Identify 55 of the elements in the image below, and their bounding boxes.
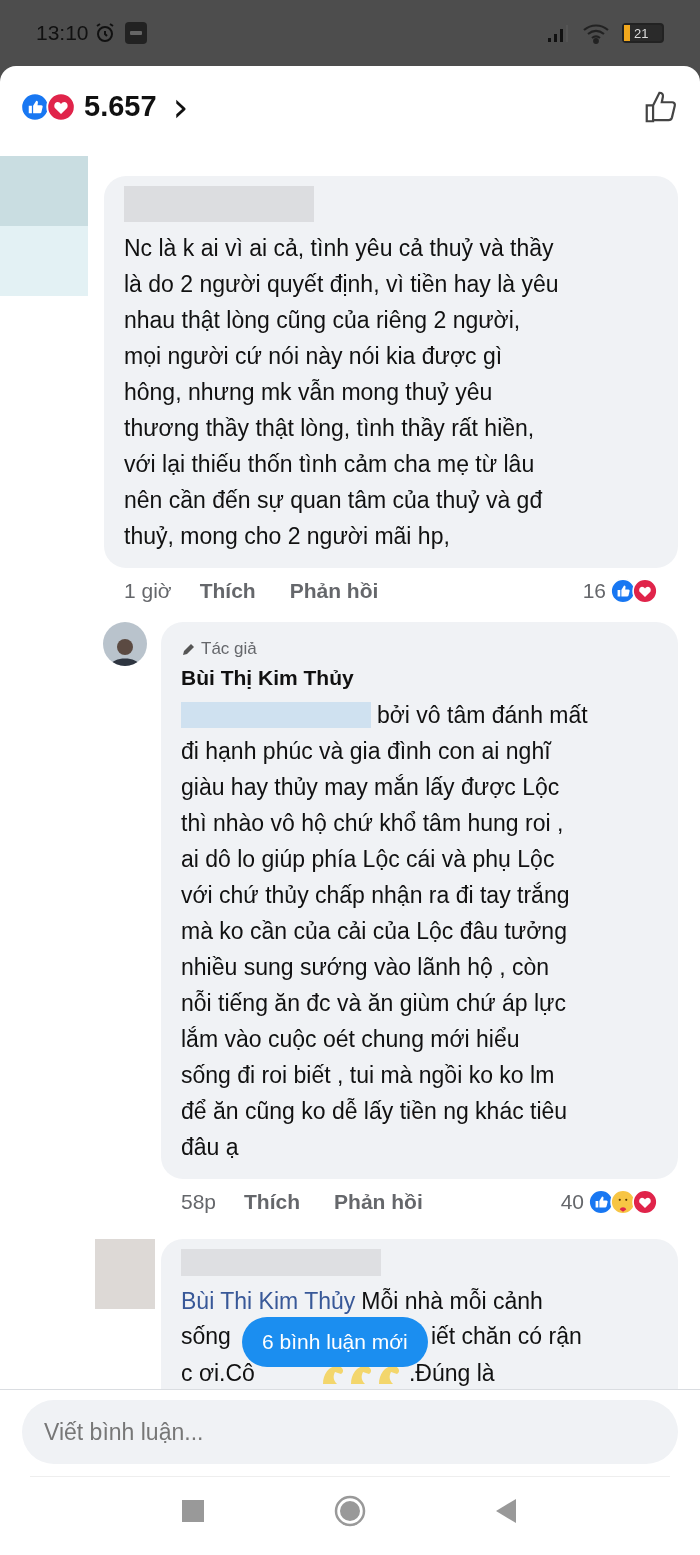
author-badge-label: Tác giả bbox=[201, 638, 257, 660]
reaction-count: 40 bbox=[560, 1189, 584, 1216]
comment-input-field[interactable]: Viết bình luận... bbox=[22, 1400, 678, 1464]
comment-text-line: sống bbox=[181, 1321, 231, 1351]
signal-icon bbox=[546, 23, 570, 43]
comment-text-line: iết chăn có rận bbox=[430, 1321, 582, 1351]
comment-time: 1 giờ bbox=[124, 578, 172, 605]
comment-text-line: nhau thật lòng cũng của riêng 2 người, bbox=[124, 305, 521, 335]
comment-text-line: nỗi tiếng ăn đc và ăn giùm chứ áp lực bbox=[181, 988, 566, 1018]
reaction-count[interactable]: 5.657 bbox=[84, 85, 157, 129]
comment-text-line: để ăn cũng ko dễ lấy tiền ng khác tiêu bbox=[181, 1096, 568, 1126]
like-reaction-icon bbox=[610, 578, 636, 604]
comment-text-line: nhiều sung sướng vào lãnh hộ , còn bbox=[181, 952, 550, 982]
heart-reaction-icon bbox=[632, 1189, 658, 1215]
wifi-icon bbox=[582, 22, 610, 44]
comment-time: 58p bbox=[181, 1189, 217, 1216]
reply-link[interactable]: Phản hồi bbox=[334, 1186, 423, 1218]
comment-text-line: với chứ thủy chấp nhận ra đi tay trắng bbox=[181, 880, 570, 910]
back-icon[interactable] bbox=[496, 1499, 518, 1523]
chevron-right-icon[interactable]: › bbox=[172, 87, 189, 127]
reply-link[interactable]: Phản hồi bbox=[289, 575, 379, 607]
author-name[interactable]: Bùi Thị Kim Thủy bbox=[181, 661, 658, 693]
battery-indicator: 21 bbox=[622, 23, 664, 43]
like-reaction-icon bbox=[588, 1189, 614, 1215]
comment-text-line: ai dô lo giúp phía Lộc cái và phụ Lộc bbox=[181, 844, 555, 874]
reaction-count: 16 bbox=[582, 578, 606, 605]
clock-time: 13:10 bbox=[36, 20, 89, 47]
hug-reaction-icon bbox=[610, 1189, 636, 1215]
comment-text-line: giàu hay thủy may mắn lấy được Lộc bbox=[181, 772, 560, 802]
comment-text-line: thương thầy thật lòng, tình thầy rất hiền, bbox=[124, 413, 535, 443]
comment-text-line: đâu ạ bbox=[181, 1132, 239, 1162]
comment-text-line: thuỷ, mong cho 2 người mãi hp, bbox=[124, 521, 450, 551]
comment-text-line: Nc là k ai vì ai cả, tình yêu cả thuỷ và thầy bbox=[124, 233, 554, 263]
like-link[interactable]: Thích bbox=[199, 575, 256, 607]
comment-text-line: đi hạnh phúc và gia đình con ai nghĩ bbox=[181, 736, 551, 766]
comment-text-line: bởi vô tâm đánh mất bbox=[377, 700, 588, 730]
comment-text-line: là do 2 người quyết định, vì tiền hay là yêu bbox=[124, 269, 559, 299]
comment-text-line: lắm vào cuộc oét chung mới hiểu bbox=[181, 1024, 520, 1054]
comment-text-line: với lại thiếu thốn tình cảm cha mẹ từ lâu bbox=[124, 449, 535, 479]
app-notification-icon bbox=[124, 22, 147, 44]
comment-text-line: sống đi roi biết , tui mà ngồi ko ko lm bbox=[181, 1060, 555, 1090]
comment-text-line: hông, nhưng mk vẫn mong thuỷ yêu bbox=[124, 377, 493, 407]
comment-text-line: mọi người cứ nói này nói kia được gì bbox=[124, 341, 503, 371]
like-link[interactable]: Thích bbox=[244, 1186, 301, 1218]
blurred-avatar bbox=[95, 1239, 155, 1309]
comment-text-line: thì nhào vô hộ chứ khổ tâm hung roi , bbox=[181, 808, 564, 838]
comment-text-line: Mỗi nhà mỗi cảnh bbox=[361, 1287, 543, 1316]
mention-link[interactable]: Bùi Thi Kim Thủy bbox=[181, 1284, 356, 1319]
avatar[interactable] bbox=[103, 622, 147, 666]
heart-reaction-icon bbox=[46, 92, 76, 122]
home-icon[interactable] bbox=[334, 1495, 366, 1527]
comment-text-line: mà ko cần của cải của Lộc đâu tưởng bbox=[181, 916, 567, 946]
like-reaction-icon bbox=[20, 92, 50, 122]
heart-reaction-icon bbox=[632, 578, 658, 604]
comment-text-line: nên cần đến sự quan tâm của thuỷ và gđ bbox=[124, 485, 543, 515]
